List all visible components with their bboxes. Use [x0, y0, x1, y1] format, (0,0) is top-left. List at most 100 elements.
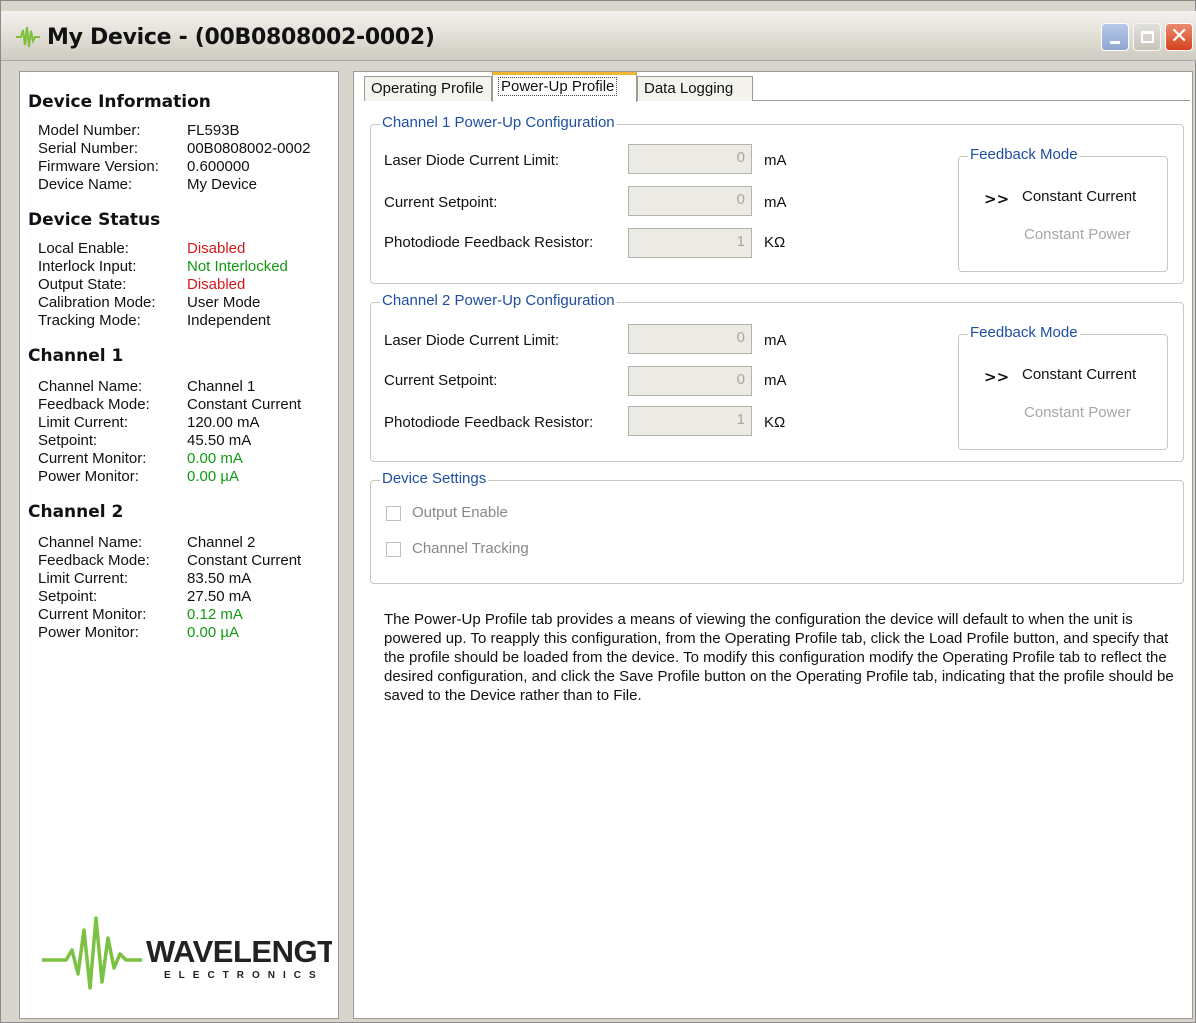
ch1-feedback-group	[958, 156, 1168, 272]
ch1-ld-limit-unit: mA	[764, 152, 787, 169]
ch2-feedback-label: Feedback Mode:	[38, 552, 150, 569]
ch1-power-monitor-value: 0.00 µA	[187, 468, 240, 485]
tracking-mode-label: Tracking Mode:	[38, 312, 141, 329]
window-title: My Device - (00B0808002-0002)	[47, 25, 435, 50]
ch1-name-value: Channel 1	[187, 378, 256, 395]
ch2-power-monitor-label: Power Monitor:	[38, 624, 139, 641]
output-enable-label: Output Enable	[412, 504, 508, 521]
ch1-resistor-label: Photodiode Feedback Resistor:	[384, 234, 594, 251]
model-number-value: FL593B	[187, 122, 240, 139]
ch2-resistor-label: Photodiode Feedback Resistor:	[384, 414, 594, 431]
tab-power-up-profile[interactable]: Power-Up Profile	[492, 72, 637, 102]
output-state-value: Disabled	[187, 276, 246, 293]
waveform-app-icon	[16, 26, 40, 48]
maximize-icon	[1141, 31, 1154, 43]
ch2-name-value: Channel 2	[187, 534, 256, 551]
ch1-feedback-selected-arrow: >>	[984, 190, 1010, 208]
channel2-heading: Channel 2	[28, 502, 124, 522]
device-settings-group	[370, 480, 1184, 584]
main-panel: Operating Profile Power-Up Profile Data …	[353, 71, 1193, 1019]
ch2-setpoint-label: Current Setpoint:	[384, 372, 498, 389]
logo-waveform-icon	[42, 916, 142, 990]
serial-number-label: Serial Number:	[38, 140, 139, 157]
ch1-constant-power-option[interactable]: Constant Power	[1024, 226, 1131, 243]
logo-name: WAVELENGTH	[146, 934, 332, 969]
ch1-feedback-legend: Feedback Mode	[968, 146, 1080, 163]
ch2-constant-current-option[interactable]: Constant Current	[1022, 366, 1136, 383]
ch2-current-monitor-label: Current Monitor:	[38, 606, 147, 623]
ch1-setpoint-label: Current Setpoint:	[384, 194, 498, 211]
ch2-current-monitor-value: 0.12 mA	[187, 606, 243, 623]
ch1-setpoint-unit: mA	[764, 194, 787, 211]
ch1-resistor-unit: KΩ	[764, 234, 786, 251]
calibration-mode-label: Calibration Mode:	[38, 294, 156, 311]
ch2-setpoint-label: Setpoint:	[38, 588, 98, 605]
device-info-panel: Device Information Model Number: FL593B …	[19, 71, 339, 1019]
ch2-resistor-input[interactable]: 1	[628, 406, 752, 436]
maximize-button[interactable]	[1133, 23, 1161, 51]
ch2-feedback-group	[958, 334, 1168, 450]
channel-tracking-label: Channel Tracking	[412, 540, 529, 557]
ch2-resistor-unit: KΩ	[764, 414, 786, 431]
ch1-config-legend: Channel 1 Power-Up Configuration	[380, 114, 617, 131]
ch2-limit-label: Limit Current:	[38, 570, 129, 587]
output-state-label: Output State:	[38, 276, 127, 293]
interlock-input-value: Not Interlocked	[187, 258, 288, 275]
ch2-setpoint-input[interactable]: 0	[628, 366, 752, 396]
tab-data-logging[interactable]: Data Logging	[637, 76, 753, 101]
local-enable-label: Local Enable:	[38, 240, 129, 257]
title-bar[interactable]: My Device - (00B0808002-0002) ✕	[1, 11, 1196, 61]
ch2-setpoint-unit: mA	[764, 372, 787, 389]
local-enable-value: Disabled	[187, 240, 246, 257]
channel-tracking-checkbox[interactable]	[386, 542, 401, 557]
device-information-heading: Device Information	[28, 92, 211, 112]
ch2-config-legend: Channel 2 Power-Up Configuration	[380, 292, 617, 309]
ch1-setpoint-input[interactable]: 0	[628, 186, 752, 216]
tab-power-up-profile-label: Power-Up Profile	[497, 77, 618, 96]
ch2-ld-limit-unit: mA	[764, 332, 787, 349]
ch2-ld-limit-input[interactable]: 0	[628, 324, 752, 354]
close-icon: ✕	[1170, 24, 1189, 49]
tab-operating-profile[interactable]: Operating Profile	[364, 76, 492, 101]
ch2-name-label: Channel Name:	[38, 534, 143, 551]
ch1-current-monitor-value: 0.00 mA	[187, 450, 243, 467]
minimize-button[interactable]	[1101, 23, 1129, 51]
ch1-setpoint-label: Setpoint:	[38, 432, 98, 449]
ch1-constant-current-option[interactable]: Constant Current	[1022, 188, 1136, 205]
ch1-feedback-label: Feedback Mode:	[38, 396, 150, 413]
interlock-input-label: Interlock Input:	[38, 258, 137, 275]
ch2-feedback-selected-arrow: >>	[984, 368, 1010, 386]
output-enable-checkbox[interactable]	[386, 506, 401, 521]
help-text: The Power-Up Profile tab provides a mean…	[384, 611, 1174, 704]
wavelength-electronics-logo: WAVELENGTH ELECTRONICS	[42, 916, 332, 990]
app-window: My Device - (00B0808002-0002) ✕ Device I…	[0, 0, 1196, 1023]
ch1-ld-limit-input[interactable]: 0	[628, 144, 752, 174]
serial-number-value: 00B0808002-0002	[187, 140, 311, 157]
ch2-feedback-legend: Feedback Mode	[968, 324, 1080, 341]
ch2-constant-power-option[interactable]: Constant Power	[1024, 404, 1131, 421]
device-name-label: Device Name:	[38, 176, 133, 193]
model-number-label: Model Number:	[38, 122, 141, 139]
ch1-power-monitor-label: Power Monitor:	[38, 468, 139, 485]
close-button[interactable]: ✕	[1165, 23, 1193, 51]
device-settings-legend: Device Settings	[380, 470, 489, 487]
ch1-limit-label: Limit Current:	[38, 414, 129, 431]
ch1-setpoint-value: 45.50 mA	[187, 432, 252, 449]
ch1-current-monitor-label: Current Monitor:	[38, 450, 147, 467]
firmware-version-value: 0.600000	[187, 158, 250, 175]
ch1-resistor-input[interactable]: 1	[628, 228, 752, 258]
ch2-setpoint-value: 27.50 mA	[187, 588, 252, 605]
ch1-ld-limit-label: Laser Diode Current Limit:	[384, 152, 560, 169]
minimize-icon	[1110, 41, 1120, 44]
logo-sub: ELECTRONICS	[164, 970, 324, 981]
ch2-power-monitor-value: 0.00 µA	[187, 624, 240, 641]
ch2-feedback-value: Constant Current	[187, 552, 302, 569]
channel1-heading: Channel 1	[28, 346, 124, 366]
ch2-limit-value: 83.50 mA	[187, 570, 252, 587]
tracking-mode-value: Independent	[187, 312, 271, 329]
firmware-version-label: Firmware Version:	[38, 158, 159, 175]
calibration-mode-value: User Mode	[187, 294, 261, 311]
ch1-limit-value: 120.00 mA	[187, 414, 260, 431]
ch1-name-label: Channel Name:	[38, 378, 143, 395]
ch1-feedback-value: Constant Current	[187, 396, 302, 413]
